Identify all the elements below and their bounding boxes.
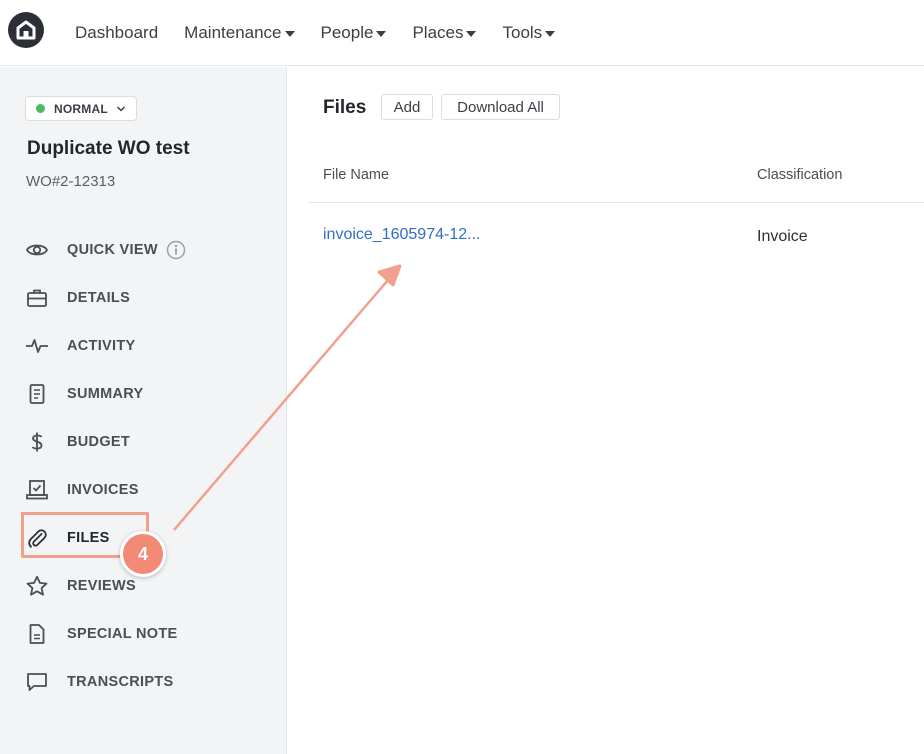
sidebar-item-label: REVIEWS	[67, 578, 136, 594]
eye-icon	[24, 237, 50, 263]
sidebar-item-label: BUDGET	[67, 434, 131, 450]
sidebar-item-reviews[interactable]: REVIEWS	[24, 570, 136, 602]
caret-down-icon	[545, 30, 556, 37]
briefcase-icon	[24, 285, 50, 311]
file-link[interactable]: invoice_1605974-12...	[323, 226, 480, 244]
main-nav: Dashboard Maintenance People Places Tool…	[75, 0, 581, 66]
nav-places-label: Places	[412, 23, 464, 42]
sidebar-item-label: DETAILS	[67, 290, 131, 306]
sidebar-item-label: ACTIVITY	[67, 338, 136, 354]
sidebar-item-label: SUMMARY	[67, 386, 144, 402]
download-all-button[interactable]: Download All	[441, 94, 560, 120]
status-dot-icon	[36, 104, 45, 113]
sidebar-item-label: TRANSCRIPTS	[67, 674, 174, 690]
caret-down-icon	[466, 30, 477, 37]
column-header-file-name[interactable]: File Name	[323, 167, 389, 183]
home-logo-icon[interactable]	[8, 12, 44, 48]
status-dropdown[interactable]: NORMAL	[25, 96, 137, 121]
sidebar-item-label: QUICK VIEW	[67, 242, 158, 258]
file-classification: Invoice	[757, 228, 808, 245]
sidebar-item-invoices[interactable]: INVOICES	[24, 474, 139, 506]
chevron-down-icon	[116, 102, 126, 116]
dollar-icon	[24, 429, 50, 455]
nav-dashboard-label: Dashboard	[75, 23, 159, 42]
status-label: NORMAL	[54, 101, 108, 116]
star-icon	[24, 573, 50, 599]
caret-down-icon	[284, 30, 295, 37]
sidebar-item-details[interactable]: DETAILS	[24, 282, 130, 314]
nav-tools[interactable]: Tools	[502, 18, 556, 48]
sidebar-item-activity[interactable]: ACTIVITY	[24, 330, 135, 362]
sidebar-item-summary[interactable]: SUMMARY	[24, 378, 143, 410]
invoice-icon	[24, 477, 50, 503]
nav-places[interactable]: Places	[412, 18, 477, 48]
nav-tools-label: Tools	[502, 23, 543, 42]
column-header-classification[interactable]: Classification	[757, 167, 842, 183]
nav-dashboard[interactable]: Dashboard	[75, 18, 158, 48]
work-order-number: WO#2-12313	[26, 173, 116, 190]
pulse-icon	[24, 333, 50, 359]
sidebar-item-transcripts[interactable]: TRANSCRIPTS	[24, 666, 173, 698]
files-heading: Files	[323, 97, 367, 118]
step-number-badge: 4	[120, 531, 166, 577]
document-icon	[24, 381, 50, 407]
nav-maintenance-label: Maintenance	[184, 23, 282, 42]
sidebar-item-budget[interactable]: BUDGET	[24, 426, 130, 458]
info-icon[interactable]	[166, 240, 186, 260]
table-divider	[308, 202, 924, 203]
sidebar-item-label: INVOICES	[67, 482, 139, 498]
chat-icon	[24, 669, 50, 695]
top-navbar: Dashboard Maintenance People Places Tool…	[0, 0, 924, 66]
work-order-title: Duplicate WO test	[27, 138, 190, 159]
add-file-button[interactable]: Add	[381, 94, 433, 120]
sidebar-item-label: SPECIAL NOTE	[67, 626, 178, 642]
sidebar-item-quick-view[interactable]: QUICK VIEW	[24, 234, 186, 266]
sidebar-item-special-note[interactable]: SPECIAL NOTE	[24, 618, 178, 650]
nav-maintenance[interactable]: Maintenance	[184, 18, 295, 48]
nav-people-label: People	[320, 23, 374, 42]
note-icon	[24, 621, 50, 647]
nav-people[interactable]: People	[321, 18, 387, 48]
work-order-sidebar: NORMAL Duplicate WO test WO#2-12313	[0, 67, 287, 754]
caret-down-icon	[376, 30, 387, 37]
